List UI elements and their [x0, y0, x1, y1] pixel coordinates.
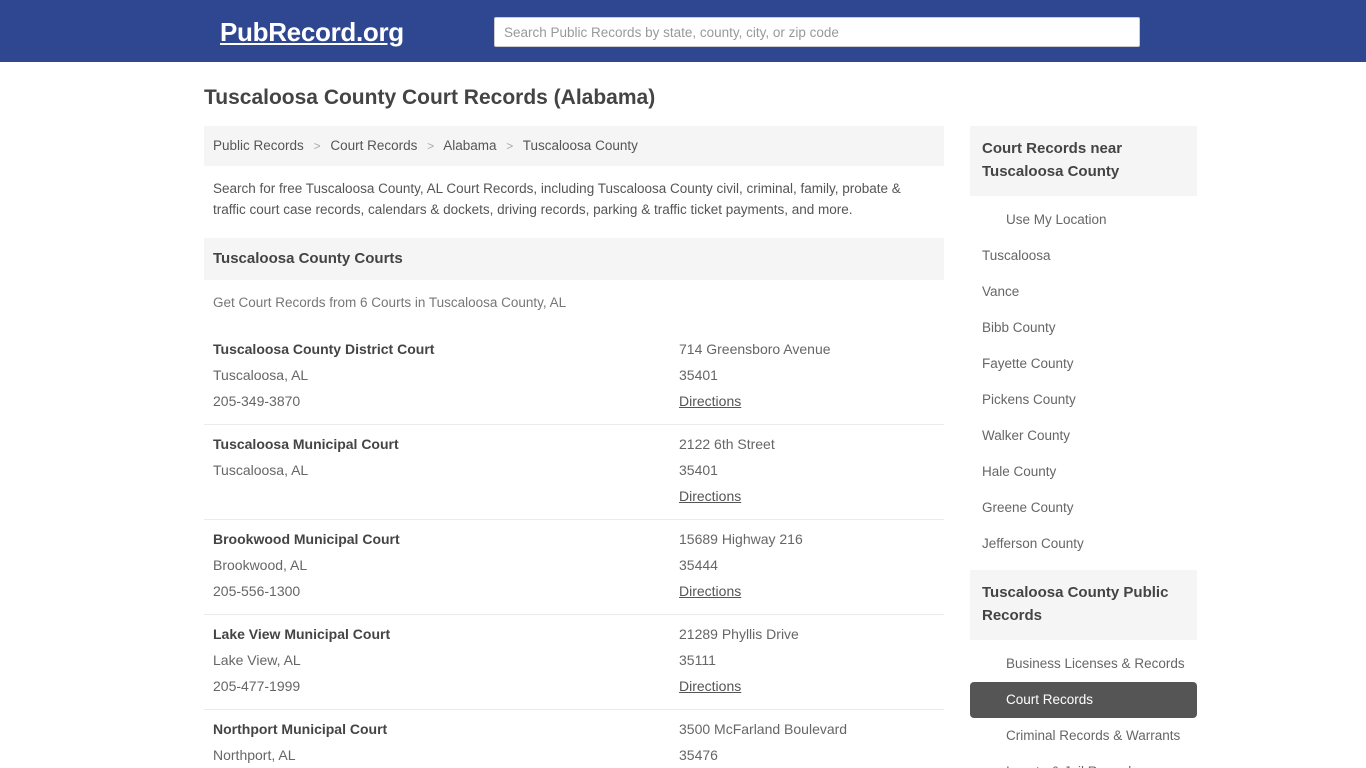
court-details: Lake View Municipal Court Lake View, AL …	[213, 621, 679, 699]
directions-link[interactable]: Directions	[679, 388, 741, 414]
search-container	[494, 17, 1140, 47]
table-row: Brookwood Municipal Court Brookwood, AL …	[204, 519, 944, 614]
page-title: Tuscaloosa County Court Records (Alabama…	[204, 86, 656, 109]
court-address-block: 3500 McFarland Boulevard 35476 Direction…	[679, 716, 944, 768]
court-details: Tuscaloosa Municipal Court Tuscaloosa, A…	[213, 431, 679, 509]
court-address-block: 2122 6th Street 35401 Directions	[679, 431, 944, 509]
sidebar-item-business-licenses[interactable]: Business Licenses & Records	[970, 646, 1197, 682]
breadcrumb-separator: >	[506, 139, 514, 153]
court-details: Northport Municipal Court Northport, AL …	[213, 716, 679, 768]
breadcrumb-item-alabama[interactable]: Alabama	[443, 138, 496, 153]
breadcrumb-separator: >	[313, 139, 321, 153]
court-phone: 205-477-1999	[213, 678, 301, 694]
content-container: Tuscaloosa County Court Records (Alabama…	[198, 84, 1197, 768]
sidebar-item-fayette-county[interactable]: Fayette County	[970, 346, 1197, 382]
court-city-state: Lake View, AL	[213, 652, 301, 668]
court-name[interactable]: Tuscaloosa Municipal Court	[213, 431, 679, 457]
sidebar-item-hale-county[interactable]: Hale County	[970, 454, 1197, 490]
sidebar-heading-public-records: Tuscaloosa County Public Records	[970, 570, 1197, 640]
sidebar-item-use-my-location[interactable]: Use My Location	[970, 202, 1197, 238]
search-input[interactable]	[494, 17, 1140, 47]
court-address: 15689 Highway 216	[679, 531, 803, 547]
sidebar-heading-nearby: Court Records near Tuscaloosa County	[970, 126, 1197, 196]
breadcrumb-item-public-records[interactable]: Public Records	[213, 138, 304, 153]
court-zip: 35401	[679, 367, 718, 383]
table-row: Northport Municipal Court Northport, AL …	[204, 709, 944, 768]
sidebar-item-jefferson-county[interactable]: Jefferson County	[970, 526, 1197, 562]
breadcrumb-separator: >	[427, 139, 435, 153]
sidebar-list-nearby: Use My Location Tuscaloosa Vance Bibb Co…	[970, 196, 1197, 562]
court-name[interactable]: Northport Municipal Court	[213, 716, 679, 742]
court-city-state: Tuscaloosa, AL	[213, 367, 309, 383]
court-zip: 35111	[679, 652, 716, 668]
court-phone: 205-556-1300	[213, 583, 301, 599]
court-address-block: 15689 Highway 216 35444 Directions	[679, 526, 944, 604]
sidebar-item-tuscaloosa[interactable]: Tuscaloosa	[970, 238, 1197, 274]
court-phone: 205-349-3870	[213, 393, 301, 409]
main-column: Public Records > Court Records > Alabama…	[204, 126, 944, 768]
breadcrumb-item-court-records[interactable]: Court Records	[330, 138, 417, 153]
sidebar-item-inmate-jail-records[interactable]: Inmate & Jail Records	[970, 754, 1197, 768]
sidebar-panel-public-records: Tuscaloosa County Public Records Busines…	[970, 570, 1197, 768]
directions-link[interactable]: Directions	[679, 673, 741, 699]
court-zip: 35444	[679, 557, 718, 573]
sidebar: Court Records near Tuscaloosa County Use…	[970, 126, 1197, 768]
court-zip: 35401	[679, 462, 718, 478]
court-address: 21289 Phyllis Drive	[679, 626, 799, 642]
site-header: PubRecord.org	[0, 0, 1366, 62]
table-row: Tuscaloosa County District Court Tuscalo…	[204, 330, 944, 424]
court-details: Brookwood Municipal Court Brookwood, AL …	[213, 526, 679, 604]
table-row: Tuscaloosa Municipal Court Tuscaloosa, A…	[204, 424, 944, 519]
sidebar-item-criminal-records[interactable]: Criminal Records & Warrants	[970, 718, 1197, 754]
directions-link[interactable]: Directions	[679, 483, 741, 509]
sidebar-item-greene-county[interactable]: Greene County	[970, 490, 1197, 526]
court-address: 714 Greensboro Avenue	[679, 341, 831, 357]
directions-link[interactable]: Directions	[679, 578, 741, 604]
court-zip: 35476	[679, 747, 718, 763]
court-address: 2122 6th Street	[679, 436, 775, 452]
page-body: Tuscaloosa County Court Records (Alabama…	[0, 62, 1366, 768]
sidebar-item-bibb-county[interactable]: Bibb County	[970, 310, 1197, 346]
courts-section-subheading: Get Court Records from 6 Courts in Tusca…	[213, 295, 567, 310]
page-intro-text: Search for free Tuscaloosa County, AL Co…	[213, 181, 901, 217]
site-logo[interactable]: PubRecord.org	[220, 18, 404, 46]
sidebar-item-pickens-county[interactable]: Pickens County	[970, 382, 1197, 418]
court-city-state: Brookwood, AL	[213, 557, 308, 573]
content-columns: Public Records > Court Records > Alabama…	[198, 126, 1197, 768]
court-address-block: 714 Greensboro Avenue 35401 Directions	[679, 336, 944, 414]
sidebar-item-walker-county[interactable]: Walker County	[970, 418, 1197, 454]
sidebar-panel-nearby: Court Records near Tuscaloosa County Use…	[970, 126, 1197, 562]
breadcrumb: Public Records > Court Records > Alabama…	[204, 126, 944, 166]
court-name[interactable]: Lake View Municipal Court	[213, 621, 679, 647]
table-row: Lake View Municipal Court Lake View, AL …	[204, 614, 944, 709]
court-name[interactable]: Tuscaloosa County District Court	[213, 336, 679, 362]
court-address: 3500 McFarland Boulevard	[679, 721, 848, 737]
breadcrumb-item-tuscaloosa-county[interactable]: Tuscaloosa County	[523, 138, 638, 153]
sidebar-item-court-records[interactable]: Court Records	[970, 682, 1197, 718]
court-name[interactable]: Brookwood Municipal Court	[213, 526, 679, 552]
sidebar-list-public-records: Business Licenses & Records Court Record…	[970, 640, 1197, 768]
court-city-state: Tuscaloosa, AL	[213, 462, 309, 478]
court-details: Tuscaloosa County District Court Tuscalo…	[213, 336, 679, 414]
court-city-state: Northport, AL	[213, 747, 296, 763]
sidebar-item-vance[interactable]: Vance	[970, 274, 1197, 310]
court-address-block: 21289 Phyllis Drive 35111 Directions	[679, 621, 944, 699]
courts-section-heading: Tuscaloosa County Courts	[204, 238, 944, 280]
